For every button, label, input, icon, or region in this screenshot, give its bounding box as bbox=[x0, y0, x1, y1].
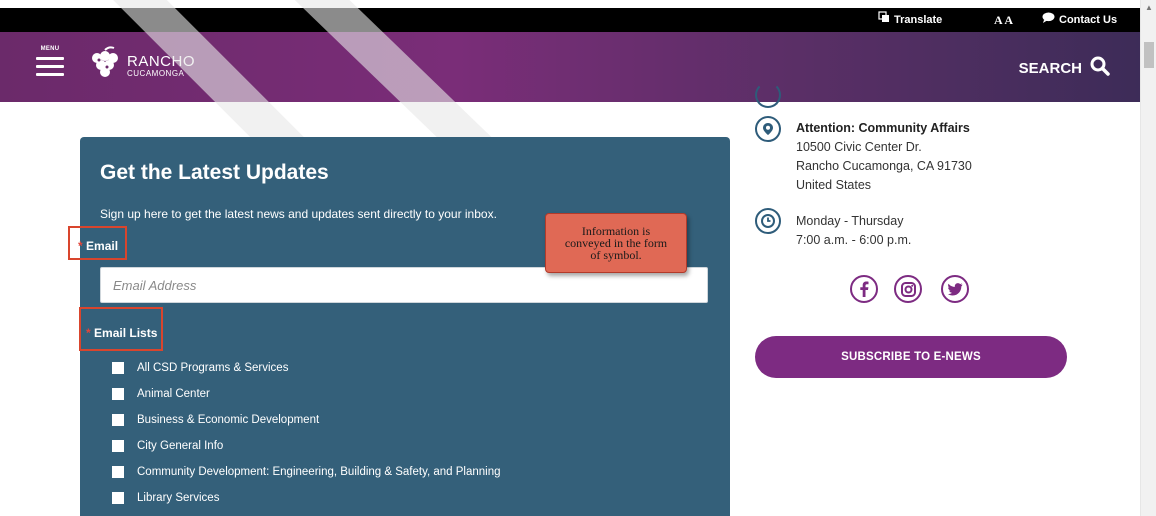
hamburger-icon bbox=[36, 57, 64, 76]
site-header: MENU RANCHO CUCAMONGA SEARCH bbox=[0, 32, 1140, 102]
checkbox[interactable] bbox=[112, 492, 124, 504]
callout-text: Information is conveyed in the form of s… bbox=[564, 224, 668, 262]
list-item-label: Business & Economic Development bbox=[137, 414, 320, 426]
address-line: Rancho Cucamonga, CA 91730 bbox=[796, 159, 972, 173]
contact-us-label: Contact Us bbox=[1059, 14, 1118, 26]
translate-icon bbox=[878, 9, 890, 31]
search-icon bbox=[1090, 56, 1110, 80]
address-block: Attention: Community Affairs 10500 Civic… bbox=[796, 119, 972, 195]
facebook-icon[interactable] bbox=[850, 275, 878, 303]
email-label-highlight: * Email bbox=[68, 226, 127, 260]
newsletter-signup-panel: Get the Latest Updates Sign up here to g… bbox=[68, 137, 730, 516]
email-lists-label: * Email Lists bbox=[86, 326, 157, 340]
site-logo[interactable]: RANCHO CUCAMONGA bbox=[87, 46, 195, 85]
annotation-callout: Information is conveyed in the form of s… bbox=[545, 213, 687, 273]
email-label-text: Email bbox=[86, 239, 119, 253]
email-lists-label-highlight: * Email Lists bbox=[79, 307, 163, 351]
list-item-label: City General Info bbox=[137, 440, 224, 452]
logo-line1: RANCHO bbox=[127, 52, 196, 70]
instagram-icon[interactable] bbox=[894, 275, 922, 303]
email-lists-label-text: Email Lists bbox=[94, 326, 158, 340]
list-item[interactable]: All CSD Programs & Services bbox=[112, 355, 501, 381]
list-item[interactable]: Community Development: Engineering, Buil… bbox=[112, 459, 501, 485]
search-label: SEARCH bbox=[1018, 59, 1082, 77]
signup-subtitle: Sign up here to get the latest news and … bbox=[100, 207, 497, 221]
utility-bar: Translate A A Contact Us bbox=[0, 8, 1140, 32]
checkbox[interactable] bbox=[112, 466, 124, 478]
list-item[interactable]: City General Info bbox=[112, 433, 501, 459]
scrollbar-thumb[interactable] bbox=[1144, 42, 1154, 68]
hours-time: 7:00 a.m. - 6:00 p.m. bbox=[796, 233, 912, 247]
search-button[interactable]: SEARCH bbox=[1019, 56, 1110, 80]
address-line: 10500 Civic Center Dr. bbox=[796, 140, 922, 154]
page-scrollbar[interactable]: ▲ bbox=[1140, 0, 1156, 516]
scroll-up-arrow-icon[interactable]: ▲ bbox=[1145, 3, 1153, 12]
map-pin-icon bbox=[755, 116, 781, 142]
checkbox[interactable] bbox=[112, 414, 124, 426]
checkbox[interactable] bbox=[112, 440, 124, 452]
list-item-label: All CSD Programs & Services bbox=[137, 362, 289, 374]
logo-line2: CUCAMONGA bbox=[127, 68, 185, 78]
translate-link[interactable]: Translate bbox=[878, 8, 942, 32]
list-item[interactable]: Library Services bbox=[112, 485, 501, 511]
email-label: * Email bbox=[78, 239, 118, 253]
signup-title: Get the Latest Updates bbox=[100, 161, 329, 184]
email-list-options: All CSD Programs & Services Animal Cente… bbox=[112, 355, 501, 511]
hours-days: Monday - Thursday bbox=[796, 214, 904, 228]
grape-logo-icon bbox=[87, 46, 123, 85]
text-size-label: A A bbox=[994, 13, 1014, 27]
chat-bubble-icon bbox=[1042, 9, 1055, 31]
menu-button[interactable]: MENU bbox=[36, 46, 64, 76]
translate-label: Translate bbox=[894, 14, 943, 26]
list-item-label: Library Services bbox=[137, 492, 220, 504]
checkbox[interactable] bbox=[112, 388, 124, 400]
clock-icon bbox=[755, 208, 781, 234]
hours-block: Monday - Thursday 7:00 a.m. - 6:00 p.m. bbox=[796, 212, 911, 250]
address-title: Attention: Community Affairs bbox=[796, 121, 970, 135]
subscribe-enews-button[interactable]: SUBSCRIBE TO E-NEWS bbox=[755, 336, 1067, 378]
required-asterisk: * bbox=[78, 239, 83, 253]
twitter-icon[interactable] bbox=[941, 275, 969, 303]
address-line: United States bbox=[796, 178, 872, 192]
checkbox[interactable] bbox=[112, 362, 124, 374]
list-item-label: Community Development: Engineering, Buil… bbox=[137, 466, 501, 478]
phone-icon bbox=[755, 82, 781, 108]
list-item-label: Animal Center bbox=[137, 388, 210, 400]
contact-us-link[interactable]: Contact Us bbox=[1042, 8, 1117, 32]
logo-wordmark: RANCHO CUCAMONGA bbox=[127, 54, 195, 78]
list-item[interactable]: Business & Economic Development bbox=[112, 407, 501, 433]
list-item[interactable]: Animal Center bbox=[112, 381, 501, 407]
menu-label: MENU bbox=[40, 46, 60, 52]
text-size-toggle[interactable]: A A bbox=[994, 8, 1013, 32]
required-asterisk: * bbox=[86, 326, 91, 340]
